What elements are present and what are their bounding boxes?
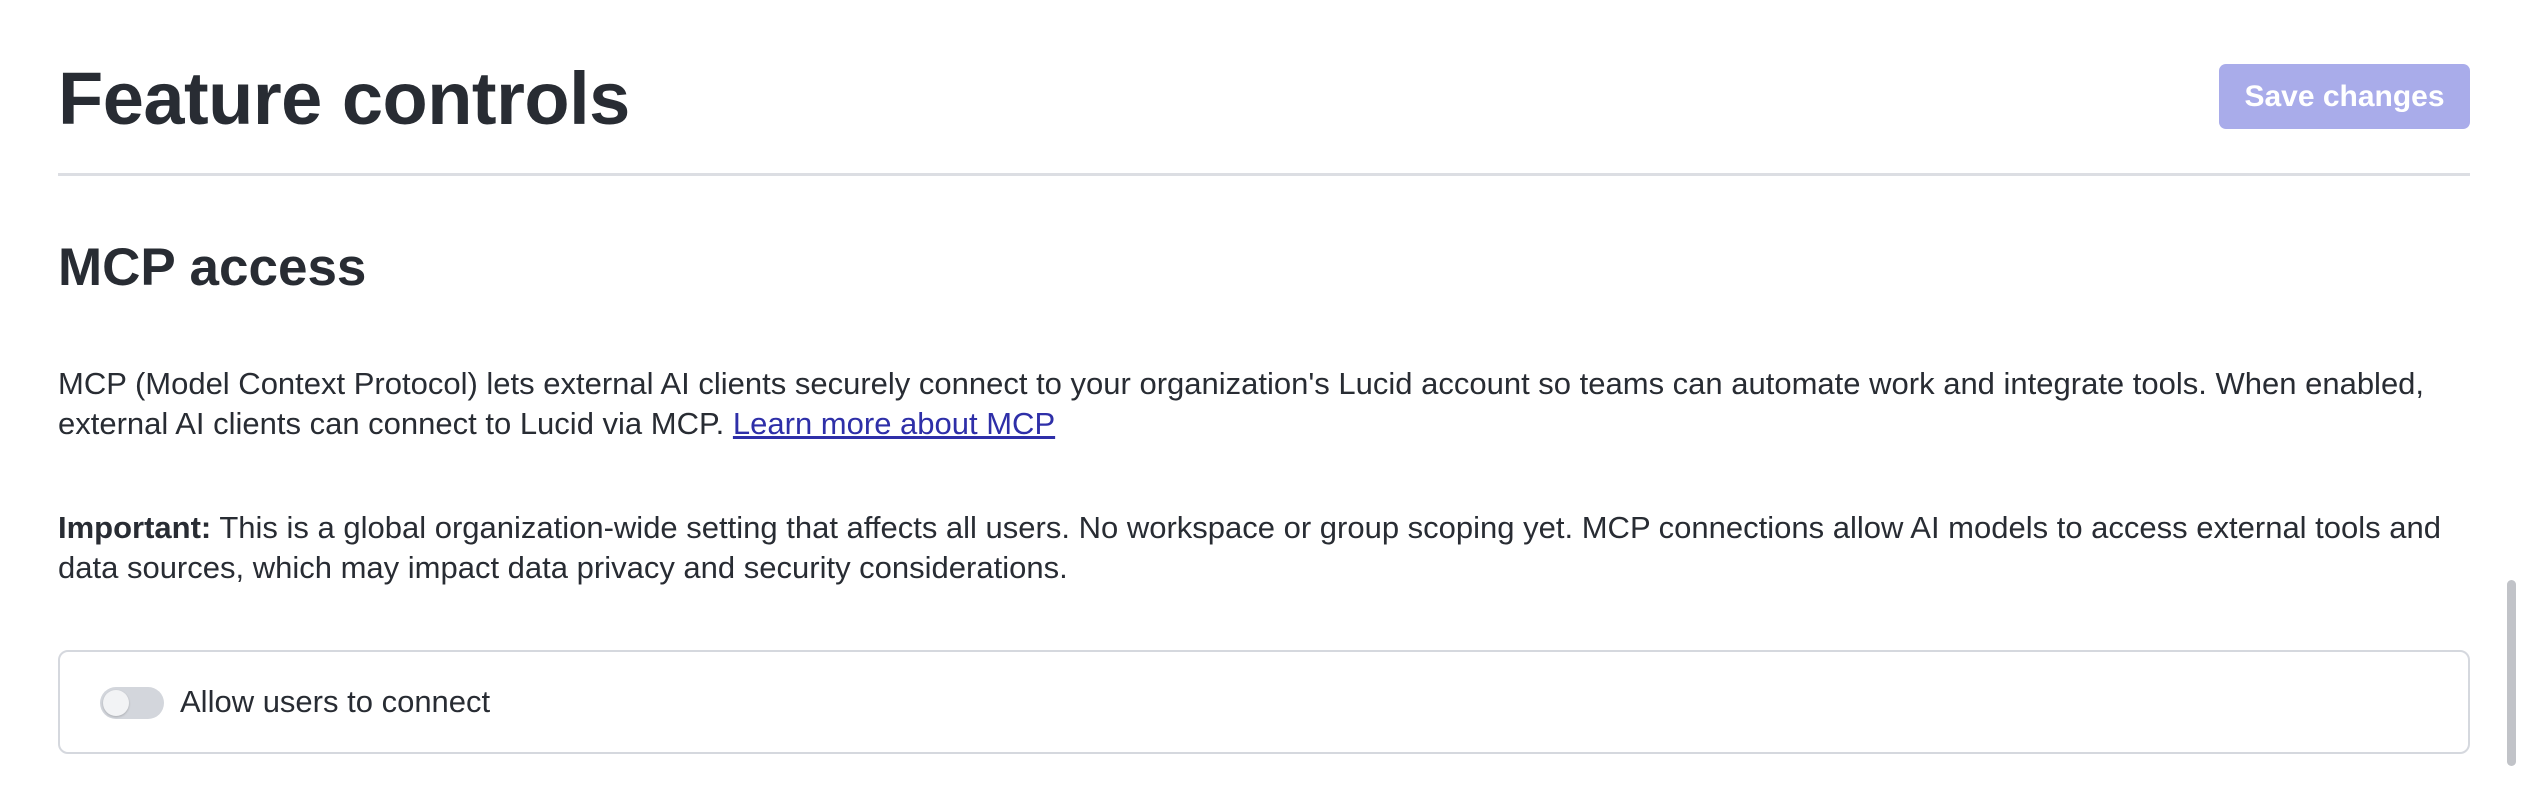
- page-title: Feature controls: [58, 57, 630, 140]
- mcp-description: MCP (Model Context Protocol) lets extern…: [58, 364, 2470, 444]
- scrollbar-thumb[interactable]: [2507, 580, 2516, 766]
- page-header: Feature controls Save changes: [58, 0, 2470, 176]
- allow-connect-card: Allow users to connect: [58, 650, 2470, 754]
- mcp-description-text: MCP (Model Context Protocol) lets extern…: [58, 366, 2425, 441]
- important-notice: Important: This is a global organization…: [58, 508, 2470, 588]
- allow-users-label: Allow users to connect: [180, 684, 491, 719]
- important-label: Important:: [58, 510, 212, 545]
- toggle-knob: [103, 690, 129, 716]
- save-changes-button[interactable]: Save changes: [2219, 64, 2470, 129]
- allow-users-toggle[interactable]: [100, 687, 164, 719]
- learn-more-mcp-link[interactable]: Learn more about MCP: [733, 406, 1055, 441]
- important-text: This is a global organization-wide setti…: [58, 510, 2441, 585]
- section-title-mcp-access: MCP access: [58, 238, 367, 297]
- feature-controls-page: Feature controls Save changes MCP access…: [58, 0, 2470, 812]
- page-scrollbar[interactable]: [2502, 0, 2522, 812]
